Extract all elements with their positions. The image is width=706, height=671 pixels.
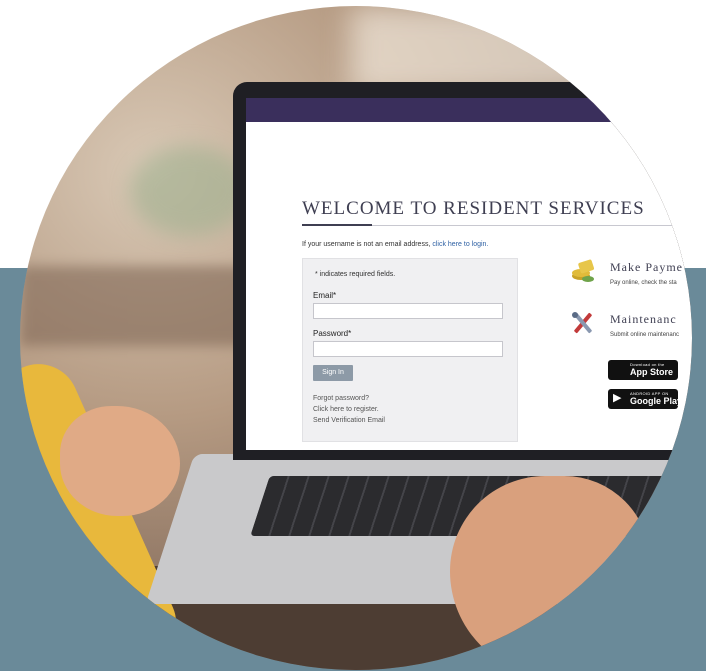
email-label: Email*: [313, 291, 337, 300]
maintenance-description: Submit online maintenanc: [610, 332, 680, 338]
page-title: WELCOME TO RESIDENT SERVICES: [302, 198, 645, 219]
background-shelf: [20, 266, 260, 346]
send-verification-link[interactable]: Send Verification Email: [313, 417, 385, 424]
register-link[interactable]: Click here to register.: [313, 406, 379, 413]
forgot-password-link[interactable]: Forgot password?: [313, 395, 369, 402]
sign-in-button[interactable]: Sign In: [313, 365, 353, 381]
email-field[interactable]: [313, 303, 503, 319]
laptop-photo: WELCOME TO RESIDENT SERVICES If your use…: [20, 6, 692, 670]
coins-icon: [572, 259, 594, 282]
app-store-label: App Store: [630, 367, 674, 377]
right-hand: [450, 476, 650, 670]
background-plant: [130, 146, 250, 236]
username-note-text: If your username is not an email address…: [302, 241, 431, 248]
maintenance-title: Maintenanc: [610, 312, 677, 326]
google-play-label: Google Play: [630, 396, 683, 406]
tools-icon: [572, 312, 592, 334]
google-play-badge[interactable]: ▶ ANDROID APP ON Google Play: [608, 389, 682, 409]
required-fields-note: * indicates required fields.: [315, 271, 396, 278]
make-payment-description: Pay online, check the sta: [610, 280, 677, 286]
login-form: * indicates required fields. Email* Pass…: [302, 258, 518, 442]
title-divider: [372, 225, 692, 226]
password-field[interactable]: [313, 341, 503, 357]
password-label: Password*: [313, 329, 352, 338]
login-link[interactable]: click here to login.: [432, 241, 488, 248]
laptop-screen: WELCOME TO RESIDENT SERVICES If your use…: [246, 98, 692, 450]
play-icon: ▶: [613, 392, 622, 404]
title-underline: [302, 224, 372, 226]
site-header-bar: [246, 98, 692, 122]
make-payment-title: Make Payme: [610, 260, 683, 274]
app-store-badge[interactable]: Download on the App Store: [608, 360, 678, 380]
left-hand: [60, 406, 180, 516]
username-note: If your username is not an email address…: [302, 241, 488, 248]
